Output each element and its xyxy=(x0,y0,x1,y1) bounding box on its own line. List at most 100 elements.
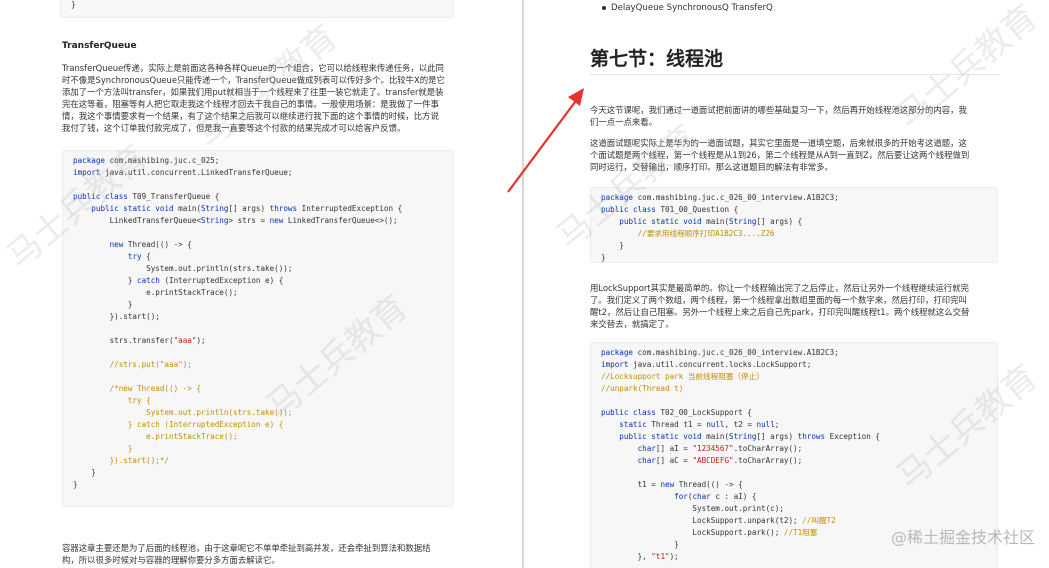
code-main-line: //strs.put("aaa"); xyxy=(73,359,443,371)
paragraph-line: 情，我这个事情要求有一个结果，有了这个结果之后我可以继续进行我下面的这个事情的时… xyxy=(62,111,439,121)
code-main-line: strs.transfer("aaa"); xyxy=(73,335,443,347)
code-token: main( xyxy=(706,432,730,441)
code-r1-line: public static void main(String[] args) { xyxy=(601,216,987,228)
code-token: try xyxy=(127,252,147,261)
code-token: System.out.println(strs.take()); xyxy=(73,408,293,417)
code-token: .toCharArray(); xyxy=(733,456,803,465)
code-token: //要求用线程顺序打印A1B2C3....Z26 xyxy=(601,229,775,238)
code-token: ); xyxy=(669,552,679,561)
code-token: } xyxy=(71,0,76,9)
code-r1-line: } xyxy=(601,240,987,252)
code-token: "t1" xyxy=(651,552,670,561)
paragraph-line: 们一点一点来看。 xyxy=(590,117,657,127)
code-r2-line xyxy=(601,395,987,407)
code-token: String xyxy=(201,216,229,225)
paragraph-line: 了。我们定义了两个数组，两个线程，第一个线程拿出数组里面的每一个数字来，然后打印… xyxy=(590,295,967,305)
queue-list-item: DelayQueue SynchronousQ TransferQ xyxy=(611,3,773,13)
code-main-line: } xyxy=(73,443,443,455)
code-r2-line: //unpark(Thread t) xyxy=(601,383,987,395)
code-token: java.util.concurrent.LinkedTransferQueue… xyxy=(105,168,293,177)
code-token: public static void xyxy=(619,432,707,441)
code-token: }).start(); xyxy=(73,312,160,321)
code-token: } xyxy=(601,253,606,262)
code-r2-line xyxy=(601,467,987,479)
code-token: LockSupport.park(); xyxy=(601,528,784,537)
code-token: Thread t1 = xyxy=(651,420,707,429)
intro-paragraph-right: 今天这节课呢，我们通过一道面试把前面讲的哪些基础复习一下，然后再开始线程池这部分… xyxy=(590,104,995,128)
code-token: /*new Thread(() -> { xyxy=(73,384,202,393)
paragraph-line: 醒t2，然后让自己阻塞。另外一个线程上来之后自己先park，打印完叫醒线程t1。… xyxy=(590,307,970,317)
code-token: char xyxy=(692,492,716,501)
code-r2-line: public class T02_00_LockSupport { xyxy=(601,407,987,419)
code-token: T02_00_LockSupport { xyxy=(660,408,752,417)
code-token: String xyxy=(729,217,757,226)
paragraph-line: 容器这章主要还是为了后面的线程池，由于这章呢它不单单牵扯到高并发，还会牵扯到算法… xyxy=(62,543,431,553)
code-block-top: } xyxy=(60,0,454,18)
paragraph-line: 完在这等着，阻塞等有人把它取走我这个线程才回去干我自己的事情。一般使用场景：是我… xyxy=(62,99,439,109)
code-main-line xyxy=(73,371,443,383)
paragraph-line: 来交替去，就搞定了。 xyxy=(590,319,674,329)
code-main-line xyxy=(73,179,443,191)
code-token: LinkedTransferQueue<>(); xyxy=(287,216,398,225)
paragraph-line: 用LockSupport其实是最简单的。你让一个线程输出完了之后停止，然后让另外… xyxy=(590,283,969,293)
code-token: strs.transfer( xyxy=(73,336,174,345)
code-token: [] args) { xyxy=(756,217,803,226)
code-r2-line: public static void main(String[] args) t… xyxy=(601,431,987,443)
code-token: , t2 = xyxy=(724,420,757,429)
code-token: System.out.print(c); xyxy=(601,504,784,513)
code-token: }, xyxy=(601,552,652,561)
code-token: LockSupport.unpark(t2); xyxy=(601,516,803,525)
code-token: } xyxy=(73,444,133,453)
code-main-line: try { xyxy=(73,395,443,407)
code-r2-line: char[] aI = "1234567".toCharArray(); xyxy=(601,443,987,455)
code-token: try { xyxy=(73,396,151,405)
code-main-line xyxy=(73,323,443,335)
left-page: } TransferQueue TransferQueue传递，实际上是前面这各… xyxy=(0,0,522,568)
code-token: t1 = xyxy=(601,480,661,489)
code-token: public static void xyxy=(91,204,179,213)
code-main-line: public static void main(String[] args) t… xyxy=(73,203,443,215)
code-token: for xyxy=(674,492,688,501)
locksupport-paragraph: 用LockSupport其实是最简单的。你让一个线程输出完了之后停止，然后让另外… xyxy=(590,282,995,330)
code-token: T09_TransferQueue { xyxy=(132,192,220,201)
code-token: throws xyxy=(797,432,830,441)
code-token: ); xyxy=(196,336,206,345)
code-token: public static void xyxy=(619,217,707,226)
code-token: } xyxy=(601,241,624,250)
code-block-transferqueue: package com.mashibing.juc.c_025; import j… xyxy=(62,150,454,507)
code-token: e.printStackTrace(); xyxy=(73,432,238,441)
code-r1-line: package com.mashibing.juc.c_026_00_inter… xyxy=(601,192,987,204)
code-token: package xyxy=(601,193,638,202)
paragraph-line: 时不像是SynchronousQueue只能传递一个，TransferQueue… xyxy=(62,75,445,85)
code-token: //叫醒T2 xyxy=(802,516,836,525)
code-token: (InterruptedException e) { xyxy=(164,276,284,285)
code-block-question: package com.mashibing.juc.c_026_00_inter… xyxy=(590,187,998,263)
paragraph-line: 添加了一个方法叫transfer，如果我们用put就相当于一个线程来了往里一装它… xyxy=(62,87,444,97)
code-token: [] args) xyxy=(756,432,798,441)
code-token: static xyxy=(619,420,652,429)
code-token: "1234567" xyxy=(692,444,734,453)
code-r2-line: static Thread t1 = null, t2 = null; xyxy=(601,419,987,431)
code-token: [] args) xyxy=(228,204,270,213)
code-token: T01_00_Question { xyxy=(660,205,739,214)
code-main-line: e.printStackTrace(); xyxy=(73,431,443,443)
code-main-line: public class T09_TransferQueue { xyxy=(73,191,443,203)
code-token: .toCharArray(); xyxy=(733,444,803,453)
chapter-title-rule xyxy=(590,74,1000,75)
code-main-line: new Thread(() -> { xyxy=(73,239,443,251)
code-token: }).start();*/ xyxy=(73,456,170,465)
code-r1-line: public class T01_00_Question { xyxy=(601,204,987,216)
code-main-line xyxy=(73,227,443,239)
code-token: c : aI) { xyxy=(715,492,757,501)
interview-paragraph: 这道面试题呢实际上是华为的一道面试题，其实它里面是一道填空题，后来就很多的开始考… xyxy=(590,137,995,173)
code-token: > strs = xyxy=(228,216,270,225)
code-token: Thread(() -> { xyxy=(127,240,192,249)
code-token: String xyxy=(201,204,229,213)
code-token: Thread(() -> { xyxy=(678,480,743,489)
